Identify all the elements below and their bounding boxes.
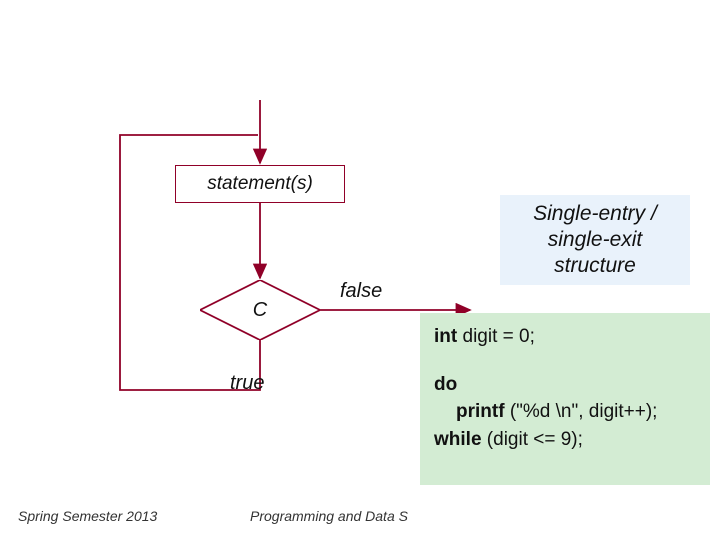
code-kw-do: do — [434, 374, 457, 395]
decision-label: C — [200, 280, 320, 340]
code-sample: int digit = 0; do printf ("%d \n", digit… — [420, 313, 710, 485]
code-line-3: printf ("%d \n", digit++); — [434, 398, 696, 426]
footer-left: Spring Semester 2013 — [18, 508, 157, 524]
code-kw-while: while — [434, 429, 482, 450]
code-text: digit = 0; — [457, 326, 535, 347]
decision-diamond: C — [200, 280, 320, 340]
note-box: Single-entry / single-exit structure — [500, 195, 690, 285]
statement-label: statement(s) — [207, 173, 313, 195]
code-kw-printf: printf — [456, 401, 505, 422]
code-line-1: int digit = 0; — [434, 323, 696, 351]
statement-box: statement(s) — [175, 165, 345, 203]
edge-label-true: true — [230, 372, 264, 395]
code-text: ("%d \n", digit++); — [505, 401, 658, 422]
code-kw-int: int — [434, 326, 457, 347]
code-blank — [434, 351, 696, 371]
code-text: (digit <= 9); — [482, 429, 583, 450]
code-line-4: while (digit <= 9); — [434, 426, 696, 454]
edge-label-false: false — [340, 280, 382, 303]
code-line-2: do — [434, 371, 696, 399]
footer-center: Programming and Data S — [250, 508, 408, 524]
flowchart: statement(s) C false true — [90, 90, 410, 430]
